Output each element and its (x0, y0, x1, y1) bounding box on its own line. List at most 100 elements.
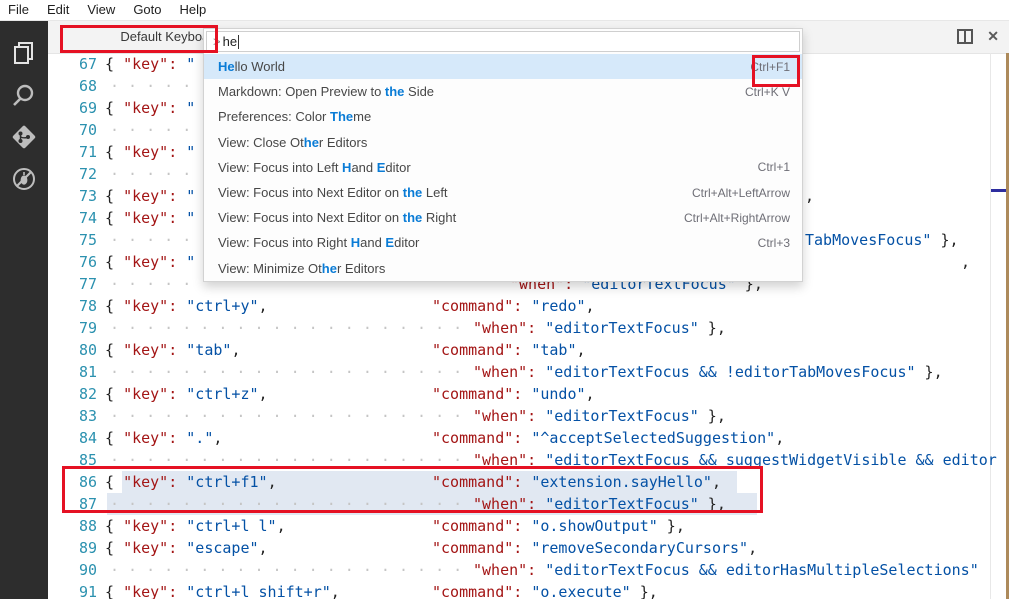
quick-open-item-8[interactable]: View: Minimize Other Editors (204, 256, 802, 281)
code-line-90: · · · · · · · · · · · · · · · · · · · · (110, 559, 471, 581)
close-editor-icon[interactable]: ✕ (987, 27, 999, 45)
quick-open-item-7[interactable]: View: Focus into Right Hand EditorCtrl+3 (204, 230, 802, 255)
line-number-78: 78 (48, 295, 97, 317)
quick-open-item-0[interactable]: Hello WorldCtrl+F1 (204, 54, 802, 79)
files-explorer-icon[interactable] (0, 32, 48, 74)
code-line-80: "command": "tab", (432, 339, 586, 361)
line-number-76: 76 (48, 251, 97, 273)
debug-icon[interactable] (0, 158, 48, 200)
code-line-91: "command": "o.execute" }, (432, 581, 658, 599)
line-number-72: 72 (48, 163, 97, 185)
code-line-88: "command": "o.showOutput" }, (432, 515, 685, 537)
quick-open-input[interactable]: > he (206, 31, 800, 52)
line-number-68: 68 (48, 75, 97, 97)
code-line-84: "command": "^acceptSelectedSuggestion", (432, 427, 784, 449)
code-line-82: "command": "undo", (432, 383, 595, 405)
line-number-88: 88 (48, 515, 97, 537)
code-line-72: · · · · · (110, 163, 200, 185)
quick-open-query: he (223, 34, 237, 49)
quick-open-item-6[interactable]: View: Focus into Next Editor on the Righ… (204, 205, 802, 230)
quick-open-item-label: View: Focus into Next Editor on the Righ… (218, 210, 684, 225)
code-line-76: , (961, 251, 970, 273)
line-number-71: 71 (48, 141, 97, 163)
code-line-84: { "key": ".", (105, 427, 222, 449)
code-line-89: { "key": "escape", (105, 537, 268, 559)
quick-open-widget: > he Hello WorldCtrl+F1Markdown: Open Pr… (203, 28, 803, 282)
menu-goto[interactable]: Goto (124, 0, 170, 20)
menu-help[interactable]: Help (171, 0, 216, 20)
annotation-keybinding-lines (62, 466, 763, 513)
quick-open-item-label: View: Minimize Other Editors (218, 261, 790, 276)
line-number-90: 90 (48, 559, 97, 581)
line-number-91: 91 (48, 581, 97, 599)
code-line-71: { "key": " (105, 141, 195, 163)
line-number-67: 67 (48, 53, 97, 75)
source-control-icon[interactable] (0, 116, 48, 158)
quick-open-item-label: View: Focus into Right Hand Editor (218, 235, 758, 250)
code-line-77: · · · · · (110, 273, 200, 295)
quick-open-item-3[interactable]: View: Close Other Editors (204, 130, 802, 155)
code-line-68: · · · · · (110, 75, 200, 97)
quick-open-item-1[interactable]: Markdown: Open Preview to the SideCtrl+K… (204, 79, 802, 104)
line-number-83: 83 (48, 405, 97, 427)
quick-open-item-2[interactable]: Preferences: Color Theme (204, 104, 802, 129)
code-line-83: "when": "editorTextFocus" }, (473, 405, 726, 427)
line-number-70: 70 (48, 119, 97, 141)
menu-bar: FileEditViewGotoHelp (0, 0, 1009, 21)
line-number-80: 80 (48, 339, 97, 361)
code-line-88: { "key": "ctrl+l l", (105, 515, 286, 537)
code-line-76: { "key": " (105, 251, 195, 273)
code-line-78: "command": "redo", (432, 295, 595, 317)
code-line-79: · · · · · · · · · · · · · · · · · · · · (110, 317, 471, 339)
split-editor-icon[interactable] (957, 29, 973, 44)
line-number-69: 69 (48, 97, 97, 119)
code-line-91: { "key": "ctrl+l shift+r", (105, 581, 340, 599)
line-number-75: 75 (48, 229, 97, 251)
menu-file[interactable]: File (0, 0, 38, 20)
search-icon[interactable] (0, 74, 48, 116)
quick-open-item-shortcut: Ctrl+1 (758, 160, 790, 174)
quick-open-item-label: View: Close Other Editors (218, 135, 790, 150)
code-line-78: { "key": "ctrl+y", (105, 295, 268, 317)
overview-ruler-marker (991, 189, 1006, 192)
activity-bar (0, 20, 48, 599)
line-number-89: 89 (48, 537, 97, 559)
code-line-69: { "key": " (105, 97, 195, 119)
quick-open-item-label: Preferences: Color Theme (218, 109, 790, 124)
menu-edit[interactable]: Edit (38, 0, 78, 20)
code-line-90: "when": "editorTextFocus && editorHasMul… (473, 559, 979, 581)
code-line-82: { "key": "ctrl+z", (105, 383, 268, 405)
line-number-79: 79 (48, 317, 97, 339)
annotation-tab (60, 25, 218, 53)
quick-open-item-5[interactable]: View: Focus into Next Editor on the Left… (204, 180, 802, 205)
code-line-79: "when": "editorTextFocus" }, (473, 317, 726, 339)
text-cursor (238, 35, 239, 49)
line-number-73: 73 (48, 185, 97, 207)
code-line-73: { "key": " (105, 185, 195, 207)
quick-open-item-label: Markdown: Open Preview to the Side (218, 84, 745, 99)
code-line-83: · · · · · · · · · · · · · · · · · · · · (110, 405, 471, 427)
quick-open-item-label: Hello World (218, 59, 750, 74)
line-number-74: 74 (48, 207, 97, 229)
code-line-75: · · · · · (110, 229, 200, 251)
code-line-74: { "key": " (105, 207, 195, 229)
menu-view[interactable]: View (78, 0, 124, 20)
code-line-67: { "key": " (105, 53, 195, 75)
scrollbar-border (990, 53, 991, 599)
quick-open-item-4[interactable]: View: Focus into Left Hand EditorCtrl+1 (204, 155, 802, 180)
line-number-81: 81 (48, 361, 97, 383)
code-line-81: · · · · · · · · · · · · · · · · · · · · (110, 361, 471, 383)
code-line-75: TabMovesFocus" }, (805, 229, 959, 251)
quick-open-list: Hello WorldCtrl+F1Markdown: Open Preview… (204, 54, 802, 281)
line-number-82: 82 (48, 383, 97, 405)
code-line-70: · · · · · (110, 119, 200, 141)
quick-open-item-label: View: Focus into Next Editor on the Left (218, 185, 692, 200)
code-line-73: , (805, 185, 814, 207)
line-number-77: 77 (48, 273, 97, 295)
quick-open-item-shortcut: Ctrl+3 (758, 236, 790, 250)
quick-open-item-shortcut: Ctrl+Alt+RightArrow (684, 211, 790, 225)
vscode-window: FileEditViewGotoHelp Default Keyboard Sh… (0, 0, 1009, 599)
annotation-shortcut (752, 55, 800, 87)
code-line-80: { "key": "tab", (105, 339, 240, 361)
code-line-81: "when": "editorTextFocus && !editorTabMo… (473, 361, 943, 383)
